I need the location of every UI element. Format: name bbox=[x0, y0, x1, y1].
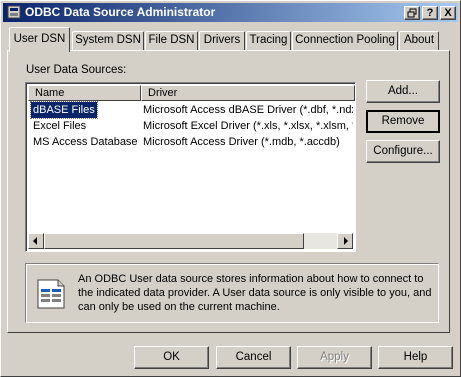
data-sources-list[interactable]: Name Driver dBASE Files Microsoft Access… bbox=[25, 82, 356, 252]
dsn-name: MS Access Database bbox=[33, 136, 138, 148]
scroll-thumb[interactable] bbox=[44, 233, 304, 249]
scroll-right-button[interactable] bbox=[337, 233, 353, 249]
add-button[interactable]: Add... bbox=[366, 80, 440, 103]
restore-button[interactable] bbox=[404, 6, 420, 20]
info-box: An ODBC User data source stores informat… bbox=[25, 263, 439, 323]
scroll-left-button[interactable] bbox=[28, 233, 44, 249]
remove-button[interactable]: Remove bbox=[366, 110, 440, 133]
list-item[interactable]: dBASE Files Microsoft Access dBASE Drive… bbox=[28, 101, 353, 119]
title-bar[interactable]: ODBC Data Source Administrator ? X bbox=[3, 3, 458, 22]
list-item[interactable]: MS Access Database Microsoft Access Driv… bbox=[28, 134, 353, 150]
odbc-app-icon bbox=[7, 5, 21, 19]
tab-strip: User DSN System DSN File DSN Drivers Tra… bbox=[7, 27, 457, 52]
tab-user-dsn[interactable]: User DSN bbox=[9, 27, 70, 52]
odbc-dialog-window: ODBC Data Source Administrator ? X User … bbox=[0, 0, 461, 377]
horizontal-scrollbar[interactable] bbox=[28, 233, 353, 249]
tab-tracing[interactable]: Tracing bbox=[246, 31, 291, 50]
data-source-info-icon bbox=[37, 279, 65, 309]
dsn-driver: Microsoft Access Driver (*.mdb, *.accdb) bbox=[143, 136, 340, 148]
scroll-left-arrow-icon bbox=[33, 237, 37, 245]
info-description: An ODBC User data source stores informat… bbox=[78, 273, 432, 313]
configure-button[interactable]: Configure... bbox=[366, 140, 440, 163]
help-button[interactable]: ? bbox=[422, 6, 438, 20]
help-footer-button[interactable]: Help bbox=[378, 346, 453, 369]
user-dsn-panel: User Data Sources: Name Driver dBASE Fil… bbox=[7, 50, 450, 333]
cancel-button[interactable]: Cancel bbox=[216, 346, 291, 369]
tab-connection-pooling[interactable]: Connection Pooling bbox=[292, 31, 398, 50]
column-header-driver[interactable]: Driver bbox=[141, 85, 355, 101]
window-title: ODBC Data Source Administrator bbox=[25, 5, 216, 19]
dsn-name: Excel Files bbox=[33, 120, 87, 132]
dsn-driver: Microsoft Excel Driver (*.xls, *.xlsx, *… bbox=[143, 120, 353, 132]
tab-file-dsn[interactable]: File DSN bbox=[145, 31, 198, 50]
tab-drivers[interactable]: Drivers bbox=[199, 31, 245, 50]
user-data-sources-label: User Data Sources: bbox=[26, 64, 127, 76]
ok-button[interactable]: OK bbox=[134, 346, 209, 369]
list-item[interactable]: Excel Files Microsoft Excel Driver (*.xl… bbox=[28, 118, 353, 134]
scroll-right-arrow-icon bbox=[344, 237, 348, 245]
column-header-name[interactable]: Name bbox=[28, 85, 141, 101]
dsn-driver: Microsoft Access dBASE Driver (*.dbf, *.… bbox=[143, 104, 353, 116]
tab-about[interactable]: About bbox=[399, 31, 439, 50]
restore-icon bbox=[407, 8, 417, 18]
tab-system-dsn[interactable]: System DSN bbox=[72, 31, 144, 50]
close-button[interactable]: X bbox=[440, 6, 456, 20]
apply-button[interactable]: Apply bbox=[297, 346, 372, 369]
list-header: Name Driver bbox=[28, 85, 355, 101]
dsn-name: dBASE Files bbox=[30, 101, 98, 119]
